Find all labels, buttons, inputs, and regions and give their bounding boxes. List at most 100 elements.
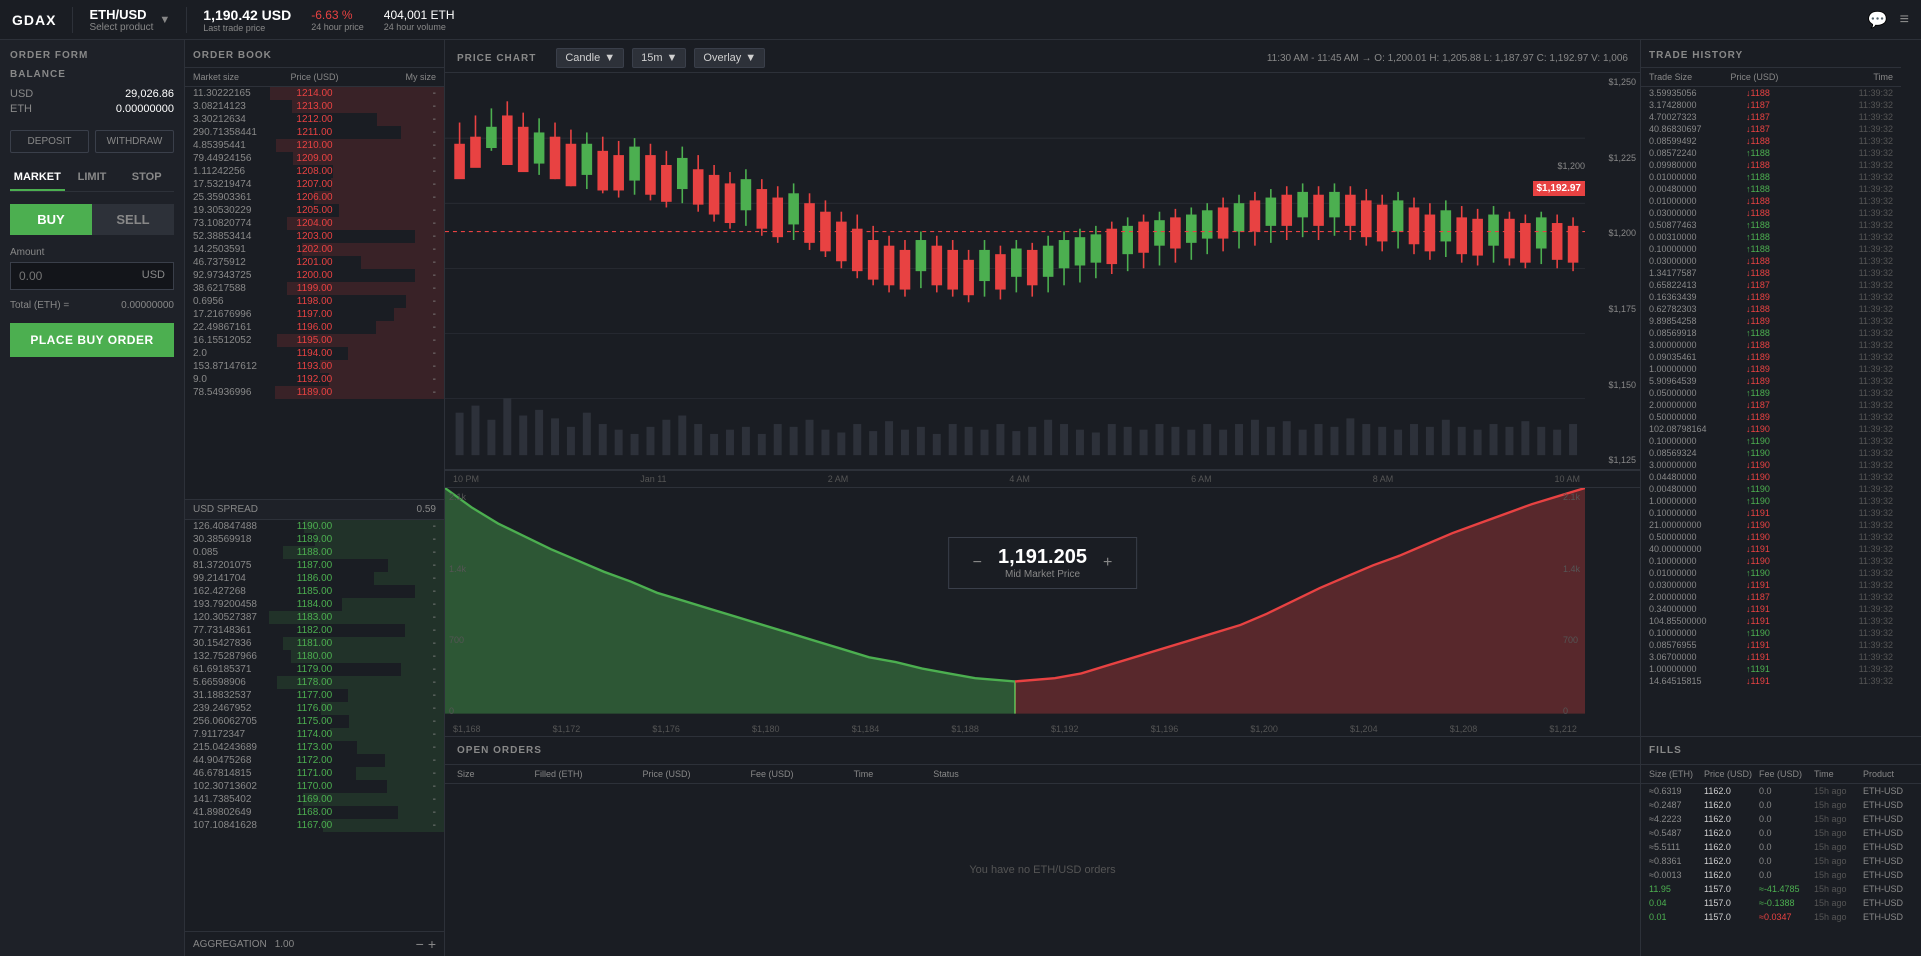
ob-ask-row[interactable]: 79.44924156 1209.00 - bbox=[185, 152, 444, 165]
ob-bid-row[interactable]: 256.06062705 1175.00 - bbox=[185, 715, 444, 728]
ob-ask-row[interactable]: 25.35903361 1206.00 - bbox=[185, 191, 444, 204]
ob-ask-row[interactable]: 52.38853414 1203.00 - bbox=[185, 230, 444, 243]
amount-input[interactable] bbox=[11, 263, 134, 289]
fills-col-size: Size (ETH) bbox=[1649, 769, 1700, 779]
ob-bid-row[interactable]: 99.2141704 1186.00 - bbox=[185, 572, 444, 585]
fills-row: ≈0.2487 1162.0 0.0 15h ago ETH-USD bbox=[1641, 798, 1921, 812]
ob-bid-row[interactable]: 239.2467952 1176.00 - bbox=[185, 702, 444, 715]
ob-ask-row[interactable]: 19.30530229 1205.00 - bbox=[185, 204, 444, 217]
ob-bid-row[interactable]: 126.40847488 1190.00 - bbox=[185, 520, 444, 533]
chart-timeframe-dropdown[interactable]: 15m ▼ bbox=[632, 48, 686, 68]
place-order-button[interactable]: PLACE BUY ORDER bbox=[10, 323, 174, 357]
aggregation-row: AGGREGATION 1.00 − + bbox=[185, 931, 444, 956]
price-change: -6.63 % bbox=[311, 8, 352, 22]
trade-history-row: 4.70027323 ↓1187 11:39:32 bbox=[1641, 111, 1901, 123]
trade-history-row: 0.50000000 ↓1190 11:39:32 bbox=[1641, 531, 1901, 543]
ob-bid-row[interactable]: 193.79200458 1184.00 - bbox=[185, 598, 444, 611]
pair-dropdown-icon[interactable]: ▼ bbox=[159, 14, 170, 26]
time-label-6: 8 AM bbox=[1373, 474, 1394, 484]
ob-ask-row[interactable]: 16.15512052 1195.00 - bbox=[185, 334, 444, 347]
ob-bid-row[interactable]: 102.30713602 1170.00 - bbox=[185, 780, 444, 793]
ob-bid-row[interactable]: 141.7385402 1169.00 - bbox=[185, 793, 444, 806]
withdraw-button[interactable]: WITHDRAW bbox=[95, 130, 174, 153]
trade-history-row: 0.10000000 ↑1188 11:39:32 bbox=[1641, 243, 1901, 255]
chat-icon[interactable]: 💬 bbox=[1868, 10, 1888, 30]
ob-ask-row[interactable]: 17.21676996 1197.00 - bbox=[185, 308, 444, 321]
ob-ask-row[interactable]: 3.08214123 1213.00 - bbox=[185, 100, 444, 113]
zoom-out-btn[interactable]: − bbox=[965, 554, 990, 572]
ob-ask-row[interactable]: 17.53219474 1207.00 - bbox=[185, 178, 444, 191]
ob-ask-row[interactable]: 1.11242256 1208.00 - bbox=[185, 165, 444, 178]
tab-limit[interactable]: LIMIT bbox=[65, 165, 120, 191]
time-label-1: 10 PM bbox=[453, 474, 479, 484]
depth-x-labels: $1,168 $1,172 $1,176 $1,180 $1,184 $1,18… bbox=[445, 724, 1585, 734]
ob-ask-row[interactable]: 290.71358441 1211.00 - bbox=[185, 126, 444, 139]
ob-ask-row[interactable]: 22.49867161 1196.00 - bbox=[185, 321, 444, 334]
ob-ask-row[interactable]: 4.85395441 1210.00 - bbox=[185, 139, 444, 152]
ob-ask-row[interactable]: 153.87147612 1193.00 - bbox=[185, 360, 444, 373]
ob-bid-row[interactable]: 44.90475268 1172.00 - bbox=[185, 754, 444, 767]
ob-bid-row[interactable]: 30.38569918 1189.00 - bbox=[185, 533, 444, 546]
order-type-tabs: MARKET LIMIT STOP bbox=[10, 165, 174, 192]
trade-history-row: 2.00000000 ↓1187 11:39:32 bbox=[1641, 591, 1901, 603]
buy-sell-buttons: BUY SELL bbox=[10, 204, 174, 235]
trade-history-row: 0.09035461 ↓1189 11:39:32 bbox=[1641, 351, 1901, 363]
price-change-label: 24 hour price bbox=[311, 22, 364, 32]
ob-bid-row[interactable]: 61.69185371 1179.00 - bbox=[185, 663, 444, 676]
ob-bid-row[interactable]: 107.10841628 1167.00 - bbox=[185, 819, 444, 832]
ob-bid-row[interactable]: 77.73148361 1182.00 - bbox=[185, 624, 444, 637]
ob-bid-row[interactable]: 5.66598906 1178.00 - bbox=[185, 676, 444, 689]
fills-col-price: Price (USD) bbox=[1704, 769, 1755, 779]
trade-history-row: 21.00000000 ↓1190 11:39:32 bbox=[1641, 519, 1901, 531]
trade-history-row: 0.65822413 ↓1187 11:39:32 bbox=[1641, 279, 1901, 291]
trade-history-row: 0.10000000 ↓1191 11:39:32 bbox=[1641, 507, 1901, 519]
chart-overlay-dropdown[interactable]: Overlay ▼ bbox=[694, 48, 765, 68]
deposit-button[interactable]: DEPOSIT bbox=[10, 130, 89, 153]
ob-bid-row[interactable]: 7.91172347 1174.00 - bbox=[185, 728, 444, 741]
tab-market[interactable]: MARKET bbox=[10, 165, 65, 191]
ob-ask-row[interactable]: 78.54936996 1189.00 - bbox=[185, 386, 444, 399]
ob-ask-row[interactable]: 46.7375912 1201.00 - bbox=[185, 256, 444, 269]
ob-ask-row[interactable]: 0.6956 1198.00 - bbox=[185, 295, 444, 308]
amount-label: Amount bbox=[10, 247, 174, 258]
ob-ask-row[interactable]: 9.0 1192.00 - bbox=[185, 373, 444, 386]
ob-ask-row[interactable]: 92.97343725 1200.00 - bbox=[185, 269, 444, 282]
ob-ask-row[interactable]: 73.10820774 1204.00 - bbox=[185, 217, 444, 230]
ob-ask-row[interactable]: 38.6217588 1199.00 - bbox=[185, 282, 444, 295]
right-panel: TRADE HISTORY Trade Size Price (USD) Tim… bbox=[1641, 40, 1921, 956]
ob-bid-row[interactable]: 132.75287966 1180.00 - bbox=[185, 650, 444, 663]
aggregation-increase-btn[interactable]: + bbox=[428, 936, 436, 952]
ob-bid-row[interactable]: 81.37201075 1187.00 - bbox=[185, 559, 444, 572]
ob-ask-row[interactable]: 14.2503591 1202.00 - bbox=[185, 243, 444, 256]
ob-bid-row[interactable]: 46.67814815 1171.00 - bbox=[185, 767, 444, 780]
tab-stop[interactable]: STOP bbox=[119, 165, 174, 191]
fills-row: ≈0.6319 1162.0 0.0 15h ago ETH-USD bbox=[1641, 784, 1921, 798]
ob-bid-row[interactable]: 0.085 1188.00 - bbox=[185, 546, 444, 559]
fills-row: ≈0.0013 1162.0 0.0 15h ago ETH-USD bbox=[1641, 868, 1921, 882]
fills-row: ≈5.5111 1162.0 0.0 15h ago ETH-USD bbox=[1641, 840, 1921, 854]
ob-ask-row[interactable]: 3.30212634 1212.00 - bbox=[185, 113, 444, 126]
trade-history-row: 0.10000000 ↓1190 11:39:32 bbox=[1641, 555, 1901, 567]
ob-bid-row[interactable]: 120.30527387 1183.00 - bbox=[185, 611, 444, 624]
chart-type-dropdown[interactable]: Candle ▼ bbox=[556, 48, 624, 68]
price-level-4: $1,175 bbox=[1589, 304, 1636, 314]
ob-bid-row[interactable]: 30.15427836 1181.00 - bbox=[185, 637, 444, 650]
ob-bid-row[interactable]: 31.18832537 1177.00 - bbox=[185, 689, 444, 702]
zoom-in-btn[interactable]: + bbox=[1095, 554, 1120, 572]
fills-row: 11.95 1157.0 ≈-41.4785 15h ago ETH-USD bbox=[1641, 882, 1921, 896]
trade-history-row: 1.00000000 ↑1191 11:39:32 bbox=[1641, 663, 1901, 675]
pair-selector[interactable]: ETH/USD Select product ▼ bbox=[72, 7, 170, 33]
aggregation-decrease-btn[interactable]: − bbox=[416, 936, 424, 952]
pair-name: ETH/USD bbox=[89, 7, 153, 22]
menu-icon[interactable]: ≡ bbox=[1900, 11, 1909, 29]
buy-button[interactable]: BUY bbox=[10, 204, 92, 235]
ob-bid-row[interactable]: 162.427268 1185.00 - bbox=[185, 585, 444, 598]
price-level-2: $1,225 bbox=[1589, 153, 1636, 163]
ob-ask-row[interactable]: 11.30222165 1214.00 - bbox=[185, 87, 444, 100]
sell-button[interactable]: SELL bbox=[92, 204, 174, 235]
oo-col-fee: Fee (USD) bbox=[751, 769, 794, 779]
ob-ask-row[interactable]: 2.0 1194.00 - bbox=[185, 347, 444, 360]
ob-bid-row[interactable]: 215.04243689 1173.00 - bbox=[185, 741, 444, 754]
ob-bid-row[interactable]: 41.89802649 1168.00 - bbox=[185, 806, 444, 819]
price-scale: $1,250 $1,225 $1,200 $1,175 $1,150 $1,12… bbox=[1585, 73, 1640, 469]
